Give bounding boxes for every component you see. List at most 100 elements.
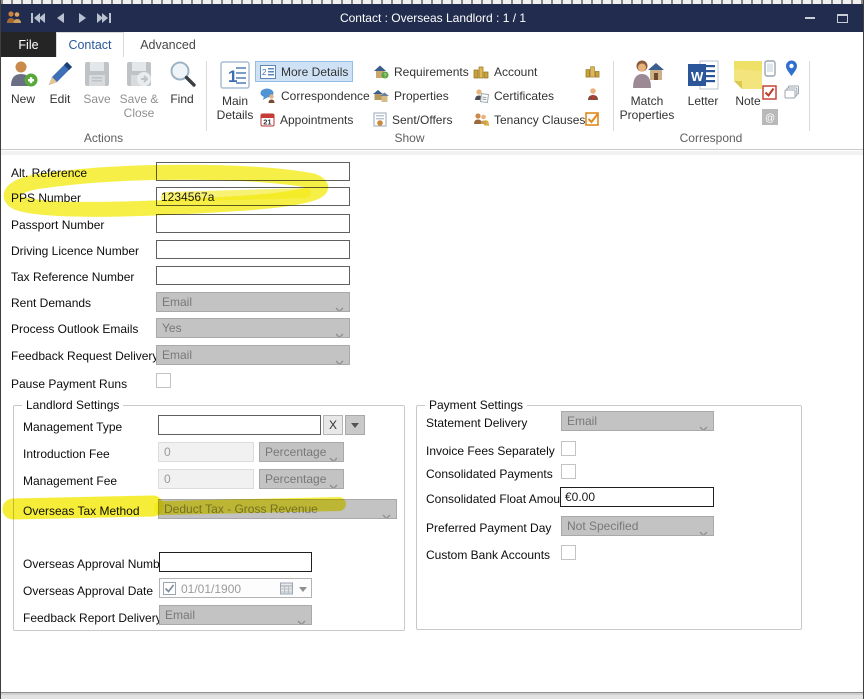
edit-button[interactable]: Edit xyxy=(43,59,77,106)
main-details-button[interactable]: 1 Main Details xyxy=(212,59,258,122)
chevron-down-icon xyxy=(382,507,391,519)
phone-button[interactable] xyxy=(761,60,778,77)
properties-icon xyxy=(373,88,389,103)
correspondence-icon xyxy=(260,88,276,103)
save-close-icon xyxy=(124,59,154,89)
actions-group-label: Actions xyxy=(1,131,206,145)
edit-pencil-icon xyxy=(45,59,75,89)
statement-delivery-dropdown[interactable]: Email xyxy=(561,411,714,431)
account-icon xyxy=(473,64,489,79)
tenancy-check-icon xyxy=(585,111,600,126)
tenancy-clauses-icon xyxy=(473,112,489,127)
tax-reference-input[interactable] xyxy=(156,266,350,285)
tab-advanced[interactable]: Advanced xyxy=(124,32,212,57)
svg-text:@: @ xyxy=(765,113,775,124)
feedback-request-dropdown[interactable]: Email xyxy=(156,345,350,365)
main-details-label: Main Details xyxy=(212,94,258,122)
letter-button[interactable]: W Letter xyxy=(681,59,725,108)
alt-reference-input[interactable] xyxy=(156,162,350,181)
maximize-button[interactable] xyxy=(827,8,857,28)
sent-offers-button[interactable]: Sent/Offers xyxy=(369,109,456,130)
more-details-label: More Details xyxy=(281,65,348,79)
save-close-button[interactable]: Save & Close xyxy=(115,59,163,120)
find-button[interactable]: Find xyxy=(165,59,199,106)
feedback-report-delivery-dropdown[interactable]: Email xyxy=(159,605,312,625)
overseas-approval-number-input[interactable] xyxy=(159,552,312,572)
management-fee-unit-dropdown[interactable]: Percentage xyxy=(259,469,344,489)
introduction-fee-unit-dropdown[interactable]: Percentage xyxy=(259,442,344,462)
agent-mini-button[interactable] xyxy=(584,86,601,103)
account-mini-button[interactable] xyxy=(584,62,601,79)
management-type-input[interactable] xyxy=(158,415,321,435)
match-properties-icon xyxy=(630,59,664,91)
driving-licence-input[interactable] xyxy=(156,240,350,259)
rent-demands-value: Email xyxy=(162,295,192,309)
tenancy-clauses-button[interactable]: Tenancy Clauses xyxy=(469,109,589,130)
ribbon-tab-row: File Contact Advanced xyxy=(1,32,864,57)
invoice-fees-separately-label: Invoice Fees Separately xyxy=(426,444,555,458)
appointments-icon: 21 xyxy=(260,112,275,127)
landlord-settings-title: Landlord Settings xyxy=(22,398,123,412)
management-type-dropdown-button[interactable] xyxy=(345,415,365,435)
save-button[interactable]: Save xyxy=(79,59,115,106)
new-button[interactable]: New xyxy=(5,59,41,106)
find-icon xyxy=(167,59,197,89)
payment-settings-title: Payment Settings xyxy=(425,398,527,412)
consolidated-float-amount-label: Consolidated Float Amount xyxy=(426,492,570,506)
rent-demands-dropdown[interactable]: Email xyxy=(156,292,350,312)
process-outlook-dropdown[interactable]: Yes xyxy=(156,318,350,338)
certificates-button[interactable]: Certificates xyxy=(469,85,558,106)
match-properties-label-1: Match xyxy=(631,94,664,108)
email-at-button[interactable]: @ xyxy=(761,108,778,125)
overseas-approval-number-label: Overseas Approval Number xyxy=(23,557,170,571)
consolidated-float-amount-input[interactable] xyxy=(560,487,714,507)
date-checked-checkbox[interactable] xyxy=(163,582,176,595)
feedback-report-delivery-value: Email xyxy=(165,608,195,622)
pause-payment-runs-label: Pause Payment Runs xyxy=(11,377,127,391)
invoice-fees-separately-checkbox[interactable] xyxy=(561,441,576,456)
task-check-button[interactable] xyxy=(761,84,778,101)
pause-payment-runs-checkbox[interactable] xyxy=(156,373,171,388)
copy-pages-button[interactable] xyxy=(783,84,800,101)
svg-text:W: W xyxy=(691,69,704,84)
correspond-group-label: Correspond xyxy=(613,131,809,145)
chevron-down-icon xyxy=(299,587,307,592)
preferred-payment-day-label: Preferred Payment Day xyxy=(426,521,551,535)
preferred-payment-day-dropdown[interactable]: Not Specified xyxy=(561,516,714,536)
custom-bank-accounts-label: Custom Bank Accounts xyxy=(426,548,550,562)
location-pin-button[interactable] xyxy=(783,60,800,77)
correspondence-button[interactable]: Correspondence xyxy=(256,85,374,106)
minimize-button[interactable] xyxy=(795,8,825,28)
more-details-button[interactable]: 2 More Details xyxy=(255,61,353,82)
tab-contact[interactable]: Contact xyxy=(56,32,124,57)
window-title: Contact : Overseas Landlord : 1 / 1 xyxy=(1,11,864,25)
tenancy-check-button[interactable] xyxy=(584,110,601,127)
appointments-button[interactable]: 21 Appointments xyxy=(256,109,357,130)
properties-button[interactable]: Properties xyxy=(369,85,453,106)
more-details-icon: 2 xyxy=(260,65,276,79)
overseas-tax-method-dropdown[interactable]: Deduct Tax - Gross Revenue xyxy=(158,499,397,519)
svg-text:2: 2 xyxy=(262,68,267,77)
introduction-fee-input[interactable]: 0 xyxy=(158,442,254,462)
match-properties-button[interactable]: MatchProperties xyxy=(617,59,677,122)
properties-label: Properties xyxy=(394,89,449,103)
consolidated-payments-checkbox[interactable] xyxy=(561,464,576,479)
requirements-button[interactable]: ? Requirements xyxy=(369,61,473,82)
management-fee-input[interactable]: 0 xyxy=(158,469,254,489)
custom-bank-accounts-checkbox[interactable] xyxy=(561,545,576,560)
tab-file[interactable]: File xyxy=(1,32,56,57)
overseas-approval-date-picker[interactable]: 01/01/1900 xyxy=(159,578,312,598)
note-icon xyxy=(732,59,764,91)
overseas-tax-method-label: Overseas Tax Method xyxy=(23,504,140,518)
pps-number-input[interactable] xyxy=(156,187,350,206)
show-group-label: Show xyxy=(206,131,613,145)
calendar-icon xyxy=(280,582,293,595)
management-type-clear-button[interactable]: X xyxy=(323,415,343,435)
certificates-icon xyxy=(473,88,489,103)
match-properties-label-2: Properties xyxy=(620,108,675,122)
account-button[interactable]: Account xyxy=(469,61,541,82)
chevron-down-icon xyxy=(329,450,338,462)
passport-number-input[interactable] xyxy=(156,214,350,233)
introduction-fee-unit-value: Percentage xyxy=(265,445,326,459)
note-label: Note xyxy=(735,94,760,108)
